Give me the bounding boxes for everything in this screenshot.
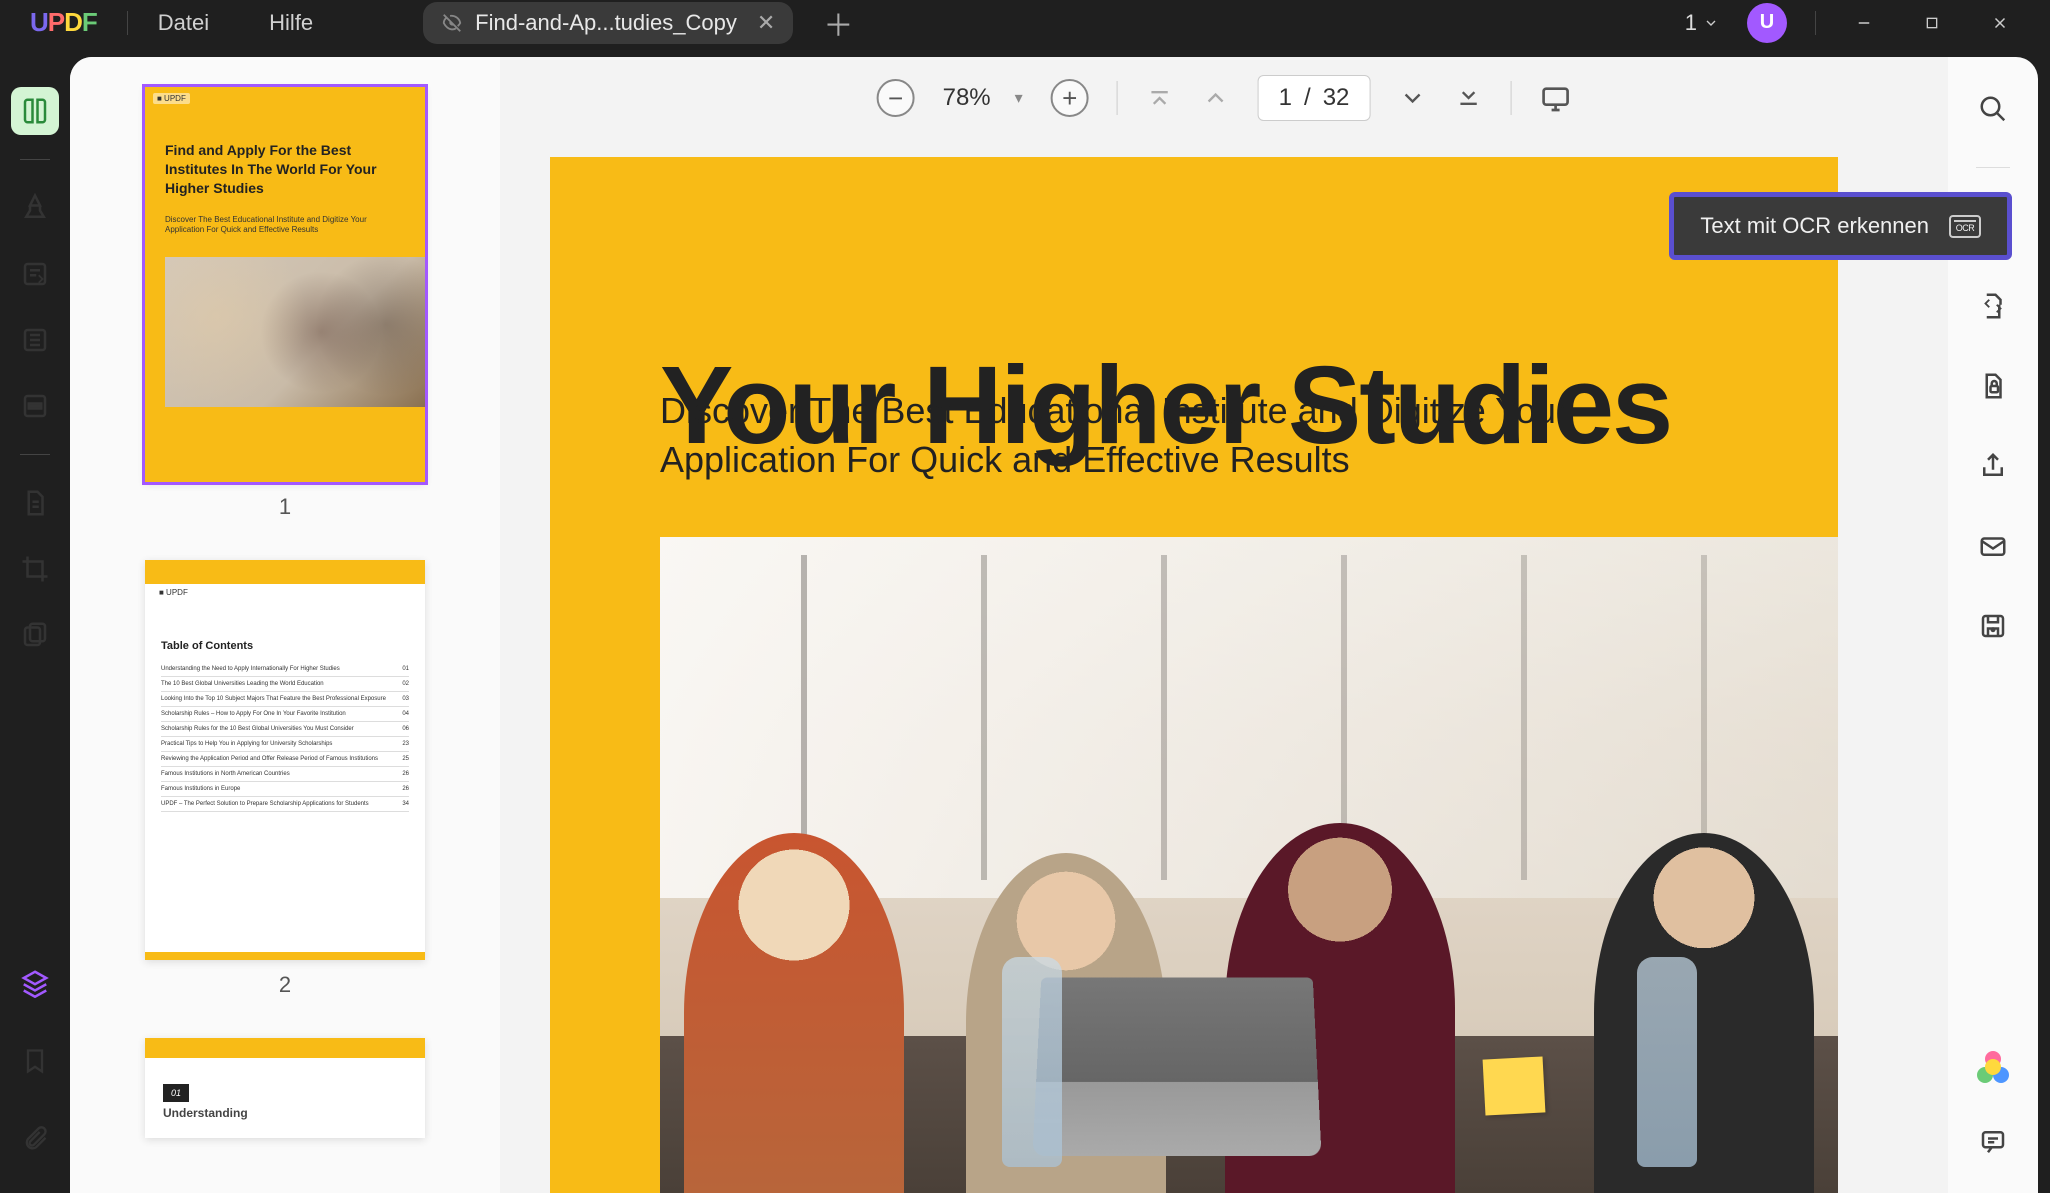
attachment-tool[interactable] — [11, 1115, 59, 1163]
thumb-number: 1 — [279, 494, 291, 520]
protect-button[interactable] — [1971, 364, 2015, 408]
toc-row: Famous Institutions in Europe26 — [161, 782, 409, 797]
layers-tool[interactable] — [11, 959, 59, 1007]
menu-file[interactable]: Datei — [158, 10, 209, 36]
thumbnail-page-2[interactable]: ■ UPDF Table of Contents Understanding t… — [145, 560, 425, 960]
close-tab-icon[interactable]: ✕ — [757, 10, 775, 36]
bookmark-tool[interactable] — [11, 1037, 59, 1085]
thumb-strip — [185, 412, 425, 482]
toc-row: UPDF – The Perfect Solution to Prepare S… — [161, 797, 409, 812]
new-tab-button[interactable]: ＋ — [823, 1, 853, 45]
separator — [1510, 81, 1511, 115]
thumb-subtitle: Discover The Best Educational Institute … — [165, 215, 395, 236]
email-button[interactable] — [1971, 524, 2015, 568]
next-page-button[interactable] — [1398, 84, 1426, 112]
chevron-down-icon: ▾ — [1015, 88, 1023, 108]
separator — [1815, 11, 1816, 35]
search-button[interactable] — [1971, 87, 2015, 131]
eye-off-icon — [441, 12, 463, 34]
save-button[interactable] — [1971, 604, 2015, 648]
form-tool[interactable] — [11, 479, 59, 527]
ocr-tooltip-text: Text mit OCR erkennen — [1700, 213, 1929, 239]
thumb-topbar — [145, 560, 425, 584]
view-mode-dropdown[interactable]: 1 — [1685, 10, 1719, 36]
toc-list: Understanding the Need to Apply Internat… — [161, 662, 409, 812]
page-subtitle: Discover The Best Educational Institute … — [660, 387, 1638, 484]
toc-row: Practical Tips to Help You in Applying f… — [161, 737, 409, 752]
zoom-in-button[interactable]: + — [1051, 79, 1089, 117]
minimize-button[interactable] — [1844, 8, 1884, 38]
thumb-badge: ■ UPDF — [153, 93, 190, 104]
chapter-text: Understanding — [163, 1106, 248, 1120]
separator — [1117, 81, 1118, 115]
zoom-dropdown[interactable]: 78% ▾ — [943, 84, 1023, 112]
thumb-number: 2 — [279, 972, 291, 998]
separator — [127, 11, 128, 35]
reader-tool[interactable] — [11, 87, 59, 135]
page-photo — [660, 537, 1838, 1193]
toc-title: Table of Contents — [161, 640, 253, 652]
zoom-out-button[interactable]: − — [877, 79, 915, 117]
toc-row: Scholarship Rules – How to Apply For One… — [161, 707, 409, 722]
title-bar: UPDF Datei Hilfe Find-and-Ap...tudies_Co… — [0, 0, 2050, 45]
ai-assistant-button[interactable] — [1971, 1045, 2015, 1089]
app-logo: UPDF — [30, 7, 97, 38]
presentation-button[interactable] — [1539, 82, 1571, 114]
thumbnail-page-3[interactable]: 01 Understanding — [145, 1038, 425, 1138]
highlight-tool[interactable] — [11, 184, 59, 232]
separator — [20, 454, 50, 455]
left-toolbar — [0, 57, 70, 1193]
thumb-title: Find and Apply For the Best Institutes I… — [165, 141, 395, 198]
organize-pages-tool[interactable] — [11, 611, 59, 659]
redact-tool[interactable] — [11, 382, 59, 430]
toc-row: Famous Institutions in North American Co… — [161, 767, 409, 782]
ocr-tooltip: Text mit OCR erkennen OCR — [1669, 192, 2012, 260]
toc-row: Reviewing the Application Period and Off… — [161, 752, 409, 767]
ocr-icon[interactable]: OCR — [1949, 215, 1981, 238]
first-page-button[interactable] — [1146, 84, 1174, 112]
thumb-topbar — [145, 1038, 425, 1058]
edit-text-tool[interactable] — [11, 250, 59, 298]
maximize-button[interactable] — [1912, 8, 1952, 38]
page-canvas[interactable]: Institutes In The World For Your Higher … — [550, 157, 1838, 1193]
toc-row: Scholarship Rules for the 10 Best Global… — [161, 722, 409, 737]
share-button[interactable] — [1971, 444, 2015, 488]
thumbnail-page-1[interactable]: ■ UPDF Find and Apply For the Best Insti… — [145, 87, 425, 482]
crop-tool[interactable] — [11, 545, 59, 593]
page-indicator[interactable]: 1 / 32 — [1258, 75, 1371, 121]
convert-button[interactable] — [1971, 284, 2015, 328]
user-avatar[interactable]: U — [1747, 3, 1787, 43]
thumb-bottombar — [145, 952, 425, 960]
toc-row: Looking Into the Top 10 Subject Majors T… — [161, 692, 409, 707]
tab-title: Find-and-Ap...tudies_Copy — [475, 10, 737, 36]
close-window-button[interactable] — [1980, 8, 2020, 38]
thumb-photo — [165, 257, 425, 407]
last-page-button[interactable] — [1454, 84, 1482, 112]
view-toolbar: − 78% ▾ + 1 / 32 — [877, 75, 1572, 121]
page-view-tool[interactable] — [11, 316, 59, 364]
separator — [1976, 167, 2010, 168]
comment-button[interactable] — [1971, 1119, 2015, 1163]
toc-row: The 10 Best Global Universities Leading … — [161, 677, 409, 692]
chapter-chip: 01 — [163, 1084, 189, 1102]
thumbnail-panel: ■ UPDF Find and Apply For the Best Insti… — [70, 57, 500, 1193]
thumb-badge: ■ UPDF — [159, 588, 188, 597]
document-tab[interactable]: Find-and-Ap...tudies_Copy ✕ — [423, 2, 793, 44]
prev-page-button[interactable] — [1202, 84, 1230, 112]
menu-help[interactable]: Hilfe — [269, 10, 313, 36]
toc-row: Understanding the Need to Apply Internat… — [161, 662, 409, 677]
separator — [20, 159, 50, 160]
